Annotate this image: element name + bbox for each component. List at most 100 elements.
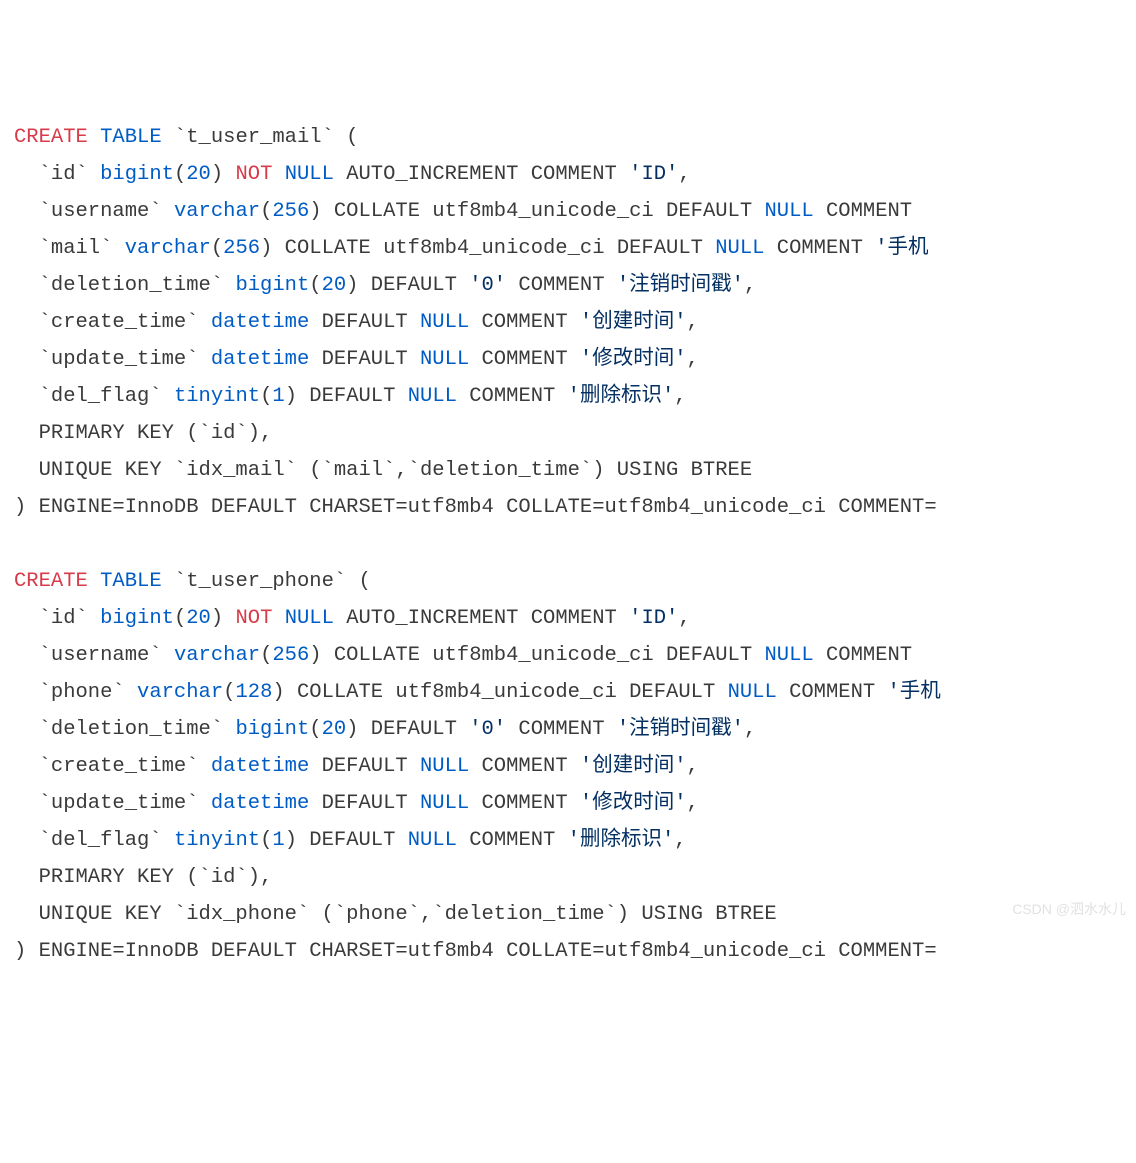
code-token: NULL [764, 644, 813, 667]
code-token: , [674, 829, 686, 852]
code-token: COMMENT [506, 274, 617, 297]
code-token: `t_user_phone` ( [162, 570, 371, 593]
code-token: ( [260, 385, 272, 408]
code-token: varchar [174, 200, 260, 223]
code-token: , [674, 385, 686, 408]
code-token: `deletion_time` [14, 718, 235, 741]
code-line: `mail` varchar(256) COLLATE utf8mb4_unic… [14, 230, 1136, 267]
code-token: ( [174, 163, 186, 186]
code-token: `phone` [14, 681, 137, 704]
code-token: NULL [285, 163, 334, 186]
code-token: NULL [285, 607, 334, 630]
code-token: COMMENT [469, 792, 580, 815]
code-token: varchar [125, 237, 211, 260]
code-token: `mail` [14, 237, 125, 260]
code-token: DEFAULT [309, 311, 420, 334]
code-token: ) ENGINE=InnoDB DEFAULT CHARSET=utf8mb4 … [14, 496, 937, 519]
code-token: NULL [728, 681, 777, 704]
code-token: AUTO_INCREMENT COMMENT [334, 163, 629, 186]
code-token: COMMENT [469, 348, 580, 371]
code-token: COMMENT [777, 681, 888, 704]
code-token: COMMENT [506, 718, 617, 741]
code-token [88, 126, 100, 149]
code-token: NULL [420, 311, 469, 334]
code-line: CREATE TABLE `t_user_phone` ( [14, 563, 1136, 600]
code-line: `phone` varchar(128) COLLATE utf8mb4_uni… [14, 674, 1136, 711]
code-token: 20 [186, 163, 211, 186]
code-token: AUTO_INCREMENT COMMENT [334, 607, 629, 630]
code-token: ) COLLATE utf8mb4_unicode_ci DEFAULT [260, 237, 715, 260]
code-token: tinyint [174, 385, 260, 408]
code-token: NULL [420, 348, 469, 371]
code-token: , [744, 718, 756, 741]
code-token: UNIQUE KEY `idx_mail` (`mail`,`deletion_… [14, 459, 752, 482]
code-token: `id` [14, 607, 100, 630]
code-line: UNIQUE KEY `idx_mail` (`mail`,`deletion_… [14, 452, 1136, 489]
code-token: , [678, 163, 690, 186]
code-token: 128 [235, 681, 272, 704]
sql-code-block: CREATE TABLE `t_user_mail` ( `id` bigint… [14, 119, 1136, 970]
code-token: '创建时间' [580, 755, 687, 778]
code-token: `create_time` [14, 755, 211, 778]
code-token: COMMENT [814, 200, 925, 223]
code-line: UNIQUE KEY `idx_phone` (`phone`,`deletio… [14, 896, 1136, 933]
code-token: NULL [420, 792, 469, 815]
code-token: ) COLLATE utf8mb4_unicode_ci DEFAULT [309, 200, 764, 223]
code-token: , [678, 607, 690, 630]
code-token: bigint [100, 163, 174, 186]
code-line: `create_time` datetime DEFAULT NULL COMM… [14, 304, 1136, 341]
code-token: '创建时间' [580, 311, 687, 334]
code-token: , [687, 348, 699, 371]
code-token: ) DEFAULT [346, 274, 469, 297]
code-token: `update_time` [14, 348, 211, 371]
code-token: COMMENT [764, 237, 875, 260]
code-line [14, 526, 1136, 563]
code-token: 256 [272, 200, 309, 223]
code-token: ( [260, 644, 272, 667]
code-token: NULL [420, 755, 469, 778]
code-token: 20 [322, 718, 347, 741]
code-line: PRIMARY KEY (`id`), [14, 415, 1136, 452]
code-token: bigint [235, 718, 309, 741]
code-token: NOT [235, 607, 272, 630]
code-token: CREATE [14, 126, 88, 149]
code-token: `t_user_mail` ( [162, 126, 359, 149]
code-token: TABLE [100, 570, 162, 593]
code-line: `update_time` datetime DEFAULT NULL COMM… [14, 341, 1136, 378]
code-token: PRIMARY KEY (`id`), [14, 866, 272, 889]
code-token: NULL [764, 200, 813, 223]
code-token: COMMENT [457, 385, 568, 408]
code-token: 'ID' [629, 163, 678, 186]
code-token: ) DEFAULT [346, 718, 469, 741]
code-token: ) DEFAULT [285, 829, 408, 852]
code-token: '修改时间' [580, 348, 687, 371]
code-token: bigint [235, 274, 309, 297]
code-token: `id` [14, 163, 100, 186]
code-token: CREATE [14, 570, 88, 593]
code-token: DEFAULT [309, 792, 420, 815]
code-token: ( [223, 681, 235, 704]
code-token: '手机 [875, 237, 928, 260]
code-token: COMMENT [469, 755, 580, 778]
code-token: ( [174, 607, 186, 630]
code-token [272, 163, 284, 186]
code-token: NULL [715, 237, 764, 260]
code-token: `create_time` [14, 311, 211, 334]
code-token: ) [211, 607, 236, 630]
code-token: , [687, 792, 699, 815]
code-token: '删除标识' [568, 829, 675, 852]
code-token: ) ENGINE=InnoDB DEFAULT CHARSET=utf8mb4 … [14, 940, 937, 963]
code-token: `username` [14, 644, 174, 667]
code-token: NULL [408, 385, 457, 408]
code-token: 256 [272, 644, 309, 667]
code-token: `update_time` [14, 792, 211, 815]
code-token: COMMENT [457, 829, 568, 852]
code-token: 1 [272, 829, 284, 852]
code-line: `del_flag` tinyint(1) DEFAULT NULL COMME… [14, 378, 1136, 415]
code-token: `deletion_time` [14, 274, 235, 297]
code-token: , [687, 311, 699, 334]
code-token [272, 607, 284, 630]
code-token: 'ID' [629, 607, 678, 630]
code-token: '删除标识' [568, 385, 675, 408]
code-line: `deletion_time` bigint(20) DEFAULT '0' C… [14, 267, 1136, 304]
